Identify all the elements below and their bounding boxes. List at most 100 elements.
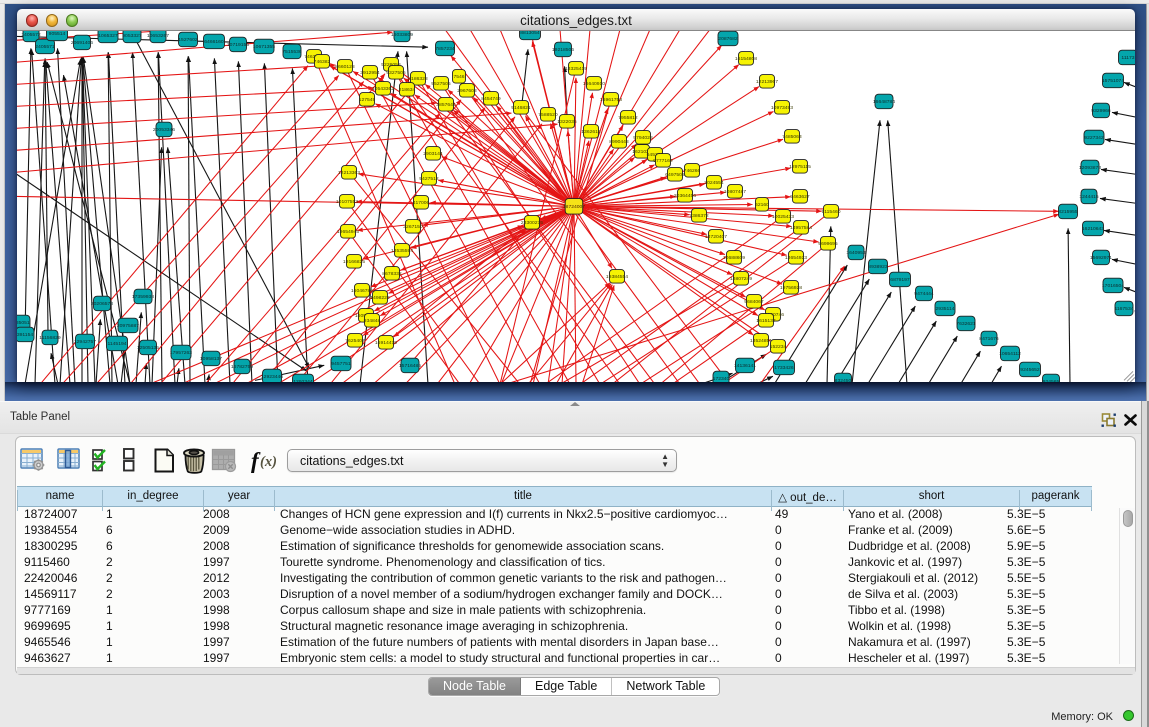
svg-text:16914479: 16914479 bbox=[375, 340, 397, 346]
svg-text:16782759: 16782759 bbox=[231, 364, 253, 370]
svg-text:8471676: 8471676 bbox=[979, 336, 999, 342]
svg-text:19384554: 19384554 bbox=[606, 274, 628, 280]
svg-text:1405572: 1405572 bbox=[21, 32, 41, 38]
svg-text:1145194: 1145194 bbox=[107, 341, 126, 347]
svg-text:10807487: 10807487 bbox=[724, 189, 746, 195]
svg-text:9463627: 9463627 bbox=[790, 194, 810, 200]
svg-text:1244415: 1244415 bbox=[1079, 194, 1099, 200]
svg-text:746266: 746266 bbox=[684, 168, 701, 174]
svg-text:1640953: 1640953 bbox=[846, 250, 866, 256]
svg-text:3267150: 3267150 bbox=[403, 224, 423, 230]
svg-text:10688609: 10688609 bbox=[723, 255, 745, 261]
svg-text:8813054: 8813054 bbox=[520, 31, 540, 36]
svg-text:13325419: 13325419 bbox=[565, 66, 587, 72]
svg-text:12093873: 12093873 bbox=[1079, 165, 1101, 171]
svg-text:7386372: 7386372 bbox=[689, 213, 709, 219]
svg-text:8215955: 8215955 bbox=[1058, 209, 1078, 215]
svg-text:23300275: 23300275 bbox=[521, 220, 543, 226]
svg-text:13535594: 13535594 bbox=[391, 248, 413, 254]
svg-text:1498222: 1498222 bbox=[370, 295, 390, 301]
svg-text:7515536: 7515536 bbox=[282, 49, 302, 55]
svg-text:16046785: 16046785 bbox=[351, 288, 373, 294]
svg-text:17957263: 17957263 bbox=[170, 350, 192, 356]
svg-text:8938923: 8938923 bbox=[868, 264, 888, 270]
svg-text:12213363: 12213363 bbox=[338, 170, 360, 176]
svg-text:924565: 924565 bbox=[1043, 379, 1060, 382]
svg-text:20364456: 20364456 bbox=[674, 193, 696, 199]
svg-text:10958137: 10958137 bbox=[200, 356, 222, 362]
svg-text:7625402: 7625402 bbox=[345, 338, 365, 344]
svg-text:9227342: 9227342 bbox=[1084, 135, 1104, 141]
svg-text:3857645: 3857645 bbox=[436, 102, 456, 108]
svg-text:19166825: 19166825 bbox=[343, 259, 365, 265]
svg-text:20206578: 20206578 bbox=[91, 301, 113, 307]
svg-text:10025433: 10025433 bbox=[772, 214, 794, 220]
svg-text:8660128: 8660128 bbox=[335, 64, 355, 70]
svg-text:19654945: 19654945 bbox=[337, 229, 359, 235]
svg-text:127549: 127549 bbox=[359, 97, 376, 103]
svg-text:6879197: 6879197 bbox=[890, 277, 910, 283]
svg-text:10973493: 10973493 bbox=[771, 105, 793, 111]
svg-text:17016504: 17016504 bbox=[1102, 283, 1124, 289]
svg-text:18807249: 18807249 bbox=[730, 276, 752, 282]
svg-text:391154: 391154 bbox=[17, 332, 33, 338]
svg-text:15751074: 15751074 bbox=[1102, 78, 1124, 84]
svg-text:6466160: 6466160 bbox=[204, 39, 224, 45]
svg-text:62160: 62160 bbox=[755, 202, 769, 208]
svg-text:9527505: 9527505 bbox=[431, 81, 451, 87]
svg-text:10543362: 10543362 bbox=[372, 86, 394, 92]
svg-text:15692971: 15692971 bbox=[1090, 255, 1112, 261]
svg-text:1527602: 1527602 bbox=[178, 37, 198, 43]
svg-text:12923446: 12923446 bbox=[261, 374, 283, 380]
svg-text:11156829: 11156829 bbox=[39, 335, 61, 341]
svg-text:12975115: 12975115 bbox=[789, 164, 811, 170]
svg-text:746382: 746382 bbox=[314, 59, 331, 65]
svg-text:3024554: 3024554 bbox=[704, 180, 724, 186]
svg-text:10719155: 10719155 bbox=[227, 42, 249, 48]
svg-text:12505135: 12505135 bbox=[137, 345, 159, 351]
svg-text:16033809: 16033809 bbox=[391, 32, 413, 38]
svg-text:16210643: 16210643 bbox=[1082, 226, 1104, 232]
svg-text:10654112: 10654112 bbox=[999, 351, 1021, 357]
svg-text:10653267: 10653267 bbox=[147, 33, 169, 39]
svg-text:9245652: 9245652 bbox=[1020, 367, 1040, 373]
svg-text:152234: 152234 bbox=[770, 344, 787, 350]
svg-text:8678332: 8678332 bbox=[382, 271, 402, 277]
svg-text:12942757: 12942757 bbox=[74, 339, 96, 345]
svg-text:9327505: 9327505 bbox=[386, 70, 406, 76]
svg-text:12213967: 12213967 bbox=[756, 79, 778, 85]
svg-text:7485063: 7485063 bbox=[782, 134, 802, 140]
svg-text:3186328: 3186328 bbox=[408, 76, 428, 82]
svg-text:7632621: 7632621 bbox=[956, 321, 976, 327]
svg-text:2405571: 2405571 bbox=[35, 44, 55, 50]
svg-text:1167534: 1167534 bbox=[1114, 306, 1133, 312]
svg-text:1615137: 1615137 bbox=[756, 318, 776, 324]
svg-text:13720407: 13720407 bbox=[705, 234, 727, 240]
svg-text:7588520: 7588520 bbox=[538, 112, 558, 118]
svg-text:9699695: 9699695 bbox=[818, 241, 838, 247]
svg-text:9146821: 9146821 bbox=[511, 105, 531, 111]
svg-text:15716485: 15716485 bbox=[399, 363, 421, 369]
svg-text:(x): (x) bbox=[260, 454, 277, 470]
svg-text:11173: 11173 bbox=[1121, 55, 1134, 61]
svg-text:20053346: 20053346 bbox=[153, 127, 175, 133]
svg-text:172340: 172340 bbox=[713, 376, 730, 382]
svg-text:9474444: 9474444 bbox=[914, 291, 934, 297]
svg-text:9794028: 9794028 bbox=[633, 135, 653, 141]
svg-text:14136141: 14136141 bbox=[734, 363, 756, 369]
svg-text:1435051: 1435051 bbox=[17, 320, 30, 326]
svg-text:13654923: 13654923 bbox=[785, 255, 807, 261]
svg-text:1362615: 1362615 bbox=[581, 129, 601, 135]
svg-text:14957584: 14957584 bbox=[790, 225, 812, 231]
svg-text:1322035: 1322035 bbox=[557, 119, 577, 125]
svg-text:2935114: 2935114 bbox=[935, 306, 954, 312]
svg-text:16154808: 16154808 bbox=[735, 56, 757, 62]
svg-text:10107553: 10107553 bbox=[336, 199, 358, 205]
svg-text:3912954: 3912954 bbox=[360, 70, 380, 76]
svg-text:832450: 832450 bbox=[835, 378, 852, 382]
svg-text:9329966: 9329966 bbox=[1091, 108, 1111, 114]
svg-text:19756928: 19756928 bbox=[780, 285, 802, 291]
svg-text:7857234: 7857234 bbox=[435, 46, 455, 52]
svg-text:9053327: 9053327 bbox=[122, 33, 142, 39]
svg-text:417006: 417006 bbox=[413, 200, 430, 206]
